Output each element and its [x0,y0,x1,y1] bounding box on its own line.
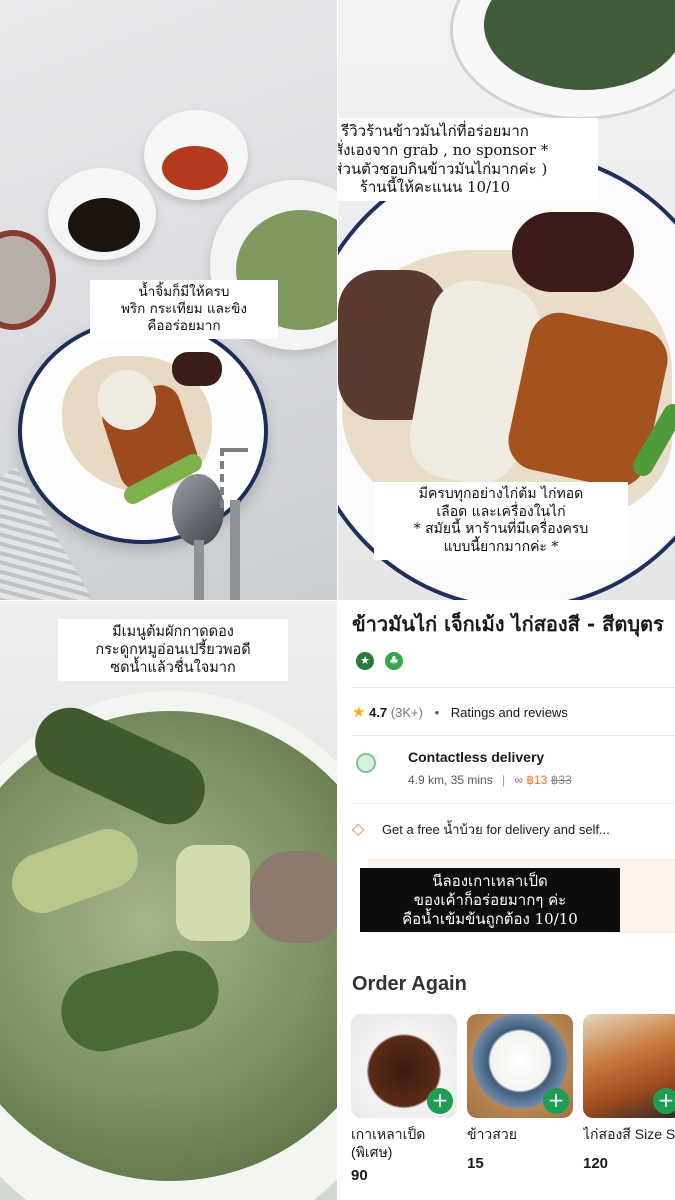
caption-everything-included: มีครบทุกอย่างไก่ต้ม ไก่ทอด เลือด และเครื… [374,482,628,560]
blood-cube [512,212,634,292]
delivery-box-icon [356,753,376,773]
patterned-bowl [0,230,56,330]
add-button[interactable]: + [653,1088,675,1114]
divider [352,687,675,688]
tag-icon: ◇ [352,821,365,838]
grab-store-screen: ข้าวมันไก่ เจ็กเม้ง ไก่สองสี - สีตบุตร ★… [338,601,675,1200]
pass-icon: ∞ [514,773,524,787]
store-title: ข้าวมันไก่ เจ็กเม้ง ไก่สองสี - สีตบุตร ★… [352,609,672,671]
caption-review-header: รีวิวร้านข้าวมันไก่ที่อร่อยมาก * สั่งเอง… [338,118,598,201]
pork-bone [250,851,337,943]
caption-sauces: น้ำจิ้มก็มีให้ครบ พริก กระเทียม และขิง ค… [90,280,278,339]
order-again-heading: Order Again [352,973,467,995]
order-item-card[interactable]: + [351,1014,457,1118]
trophy-icon: ★ [356,652,374,670]
spoon [172,474,224,546]
fork [220,448,248,508]
caption-duck-soup: นีลองเกาเหลาเป็ด ของเค้าก็อร่อยมากๆ ค่ะ … [360,868,620,933]
caption-soup: มีเมนูต้มผักกาดดอง กระดูกหมูอ่อนเปรี้ยวพ… [58,619,288,682]
delivery-row[interactable]: Contactless delivery 4.9 km, 35 mins | ∞… [352,749,675,795]
photo-chicken-closeup: รีวิวร้านข้าวมันไก่ที่อร่อยมาก * สั่งเอง… [338,0,675,600]
order-item-card[interactable]: + [583,1014,675,1118]
promo-row[interactable]: ◇ Get a free น้ำบ้วย for delivery and se… [352,819,675,841]
star-icon: ★ [352,704,366,721]
add-button[interactable]: + [427,1088,453,1114]
leaf-icon: ♣ [384,652,403,670]
photo-pickled-cabbage-soup: มีเมนูต้มผักกาดดอง กระดูกหมูอ่อนเปรี้ยวพ… [0,601,337,1200]
photo-sauces-and-plate: น้ำจิ้มก็มีให้ครบ พริก กระเทียม และขิง ค… [0,0,337,600]
ratings-row[interactable]: ★ 4.7 (3K+) • Ratings and reviews [352,703,675,725]
order-item-card[interactable]: + [467,1014,573,1118]
add-button[interactable]: + [543,1088,569,1114]
